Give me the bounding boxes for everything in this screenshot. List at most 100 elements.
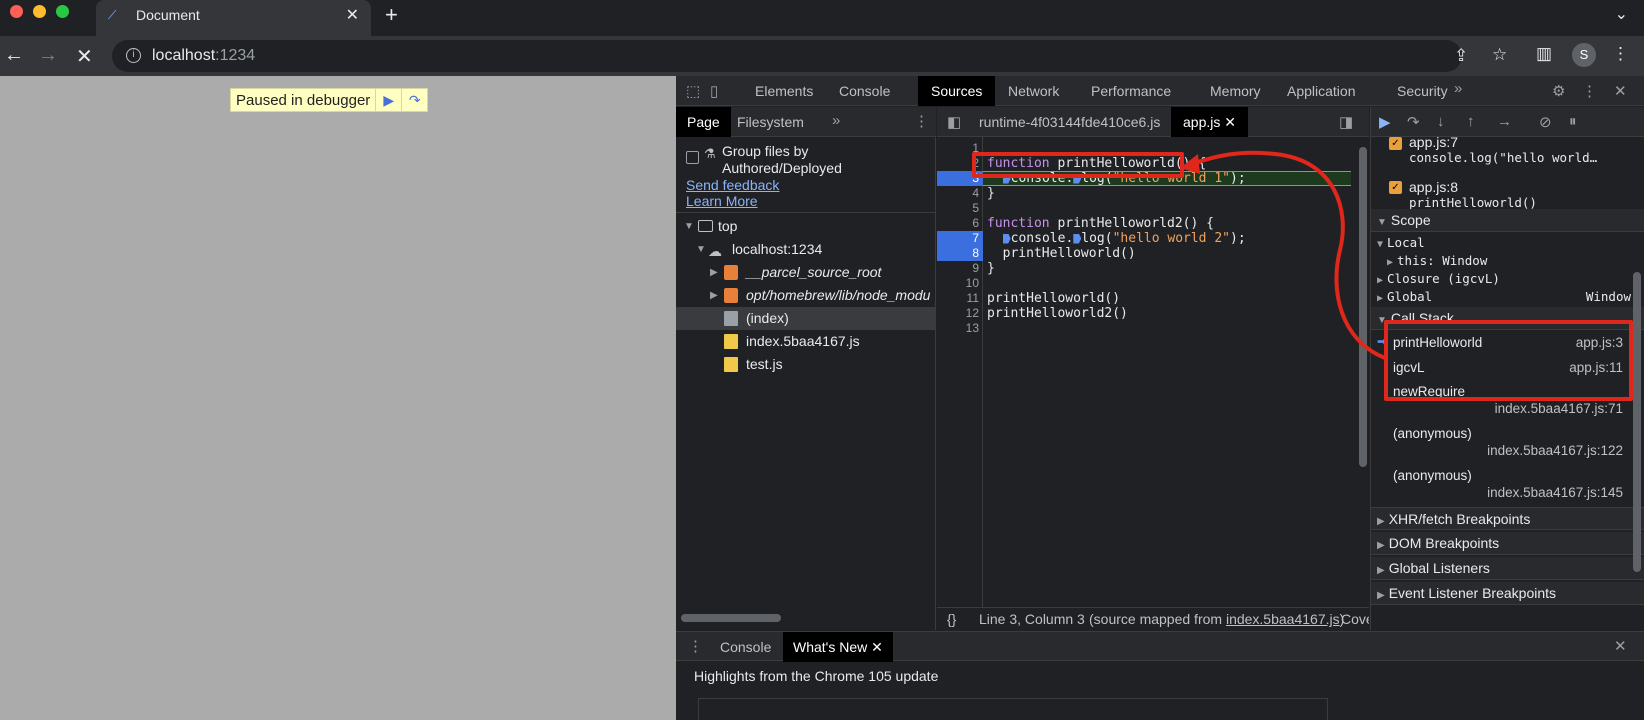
profile-avatar[interactable]: S — [1572, 43, 1596, 67]
xhr-breakpoints-header[interactable]: ▶ XHR/fetch Breakpoints — [1371, 507, 1644, 530]
group-files-checkbox[interactable] — [686, 151, 699, 164]
step-over-icon[interactable]: ↷ — [1407, 113, 1420, 131]
line-number[interactable]: 13 — [937, 321, 983, 336]
line-number[interactable]: 6 — [937, 216, 983, 231]
tree-item-test-js[interactable]: test.js — [676, 353, 936, 376]
scope-local[interactable]: ▼ Local — [1371, 235, 1644, 250]
settings-gear-icon[interactable]: ⚙ — [1552, 82, 1565, 100]
drawer-menu-icon[interactable]: ⋮ — [688, 637, 703, 655]
close-editor-tab-icon[interactable]: ✕ — [1224, 114, 1236, 130]
resume-icon[interactable]: ▶︎ — [1379, 113, 1391, 131]
line-number[interactable]: 9 — [937, 261, 983, 276]
dom-breakpoints-header[interactable]: ▶ DOM Breakpoints — [1371, 532, 1644, 555]
address-bar[interactable]: i localhost:1234 ⇪ ☆ — [112, 40, 1507, 72]
whats-new-highlight: Highlights from the Chrome 105 update — [694, 668, 939, 684]
tab-application[interactable]: Application — [1274, 76, 1369, 106]
tree-item-top[interactable]: ▼ top — [676, 215, 936, 238]
tab-security[interactable]: Security — [1384, 76, 1461, 106]
breakpoint-item[interactable]: ✓ app.js:7 console.log("hello world… — [1371, 137, 1644, 177]
navigator-menu-icon[interactable]: ⋮ — [914, 112, 929, 130]
pretty-print-icon[interactable]: {} — [947, 611, 956, 627]
scope-closure[interactable]: ▶ Closure (igcvL) — [1371, 271, 1644, 286]
inspect-element-icon[interactable]: ⬚ — [686, 82, 700, 100]
tree-item-index-js[interactable]: index.5baa4167.js — [676, 330, 936, 353]
maximize-window-button[interactable] — [56, 5, 69, 18]
close-tab-icon[interactable]: ✕ — [346, 5, 359, 25]
bookmark-star-icon[interactable]: ☆ — [1492, 45, 1507, 65]
scope-this[interactable]: ▶ this: Window — [1371, 253, 1644, 268]
deactivate-breakpoints-icon[interactable]: ⊘ — [1539, 113, 1552, 131]
close-window-button[interactable] — [10, 5, 23, 18]
code-line-4[interactable]: } — [987, 186, 995, 201]
tree-item-node-modules[interactable]: ▶ opt/homebrew/lib/node_modu — [676, 284, 936, 307]
tree-item-parcel-source-root[interactable]: ▶ __parcel_source_root — [676, 261, 936, 284]
devtools-menu-icon[interactable]: ⋮ — [1582, 82, 1597, 100]
editor-tab-runtime[interactable]: runtime-4f03144fde410ce6.js — [967, 107, 1172, 137]
editor-tab-app-js[interactable]: app.js ✕ — [1171, 107, 1248, 137]
event-listener-breakpoints-header[interactable]: ▶ Event Listener Breakpoints — [1371, 582, 1644, 605]
tab-filesystem[interactable]: Filesystem — [726, 107, 815, 137]
tree-item-localhost[interactable]: ▼ ☁ localhost:1234 — [676, 238, 936, 261]
line-number[interactable]: 5 — [937, 201, 983, 216]
more-tabs-icon[interactable]: » — [1454, 80, 1462, 97]
js-file-icon — [724, 357, 738, 372]
inline-breakpoint-icon[interactable] — [1002, 233, 1011, 244]
tab-page[interactable]: Page — [676, 107, 731, 137]
toggle-navigator-icon[interactable]: ◧ — [947, 113, 961, 131]
code-line-12[interactable]: printHelloworld2() — [987, 306, 1128, 321]
line-number[interactable]: 10 — [937, 276, 983, 291]
tab-network[interactable]: Network — [995, 76, 1072, 106]
close-drawer-icon[interactable]: ✕ — [1614, 637, 1627, 655]
step-into-icon[interactable]: ↓ — [1437, 113, 1445, 130]
call-frame[interactable]: (anonymous) index.5baa4167.js:145 — [1371, 466, 1644, 506]
code-line-9[interactable]: } — [987, 261, 995, 276]
step-out-icon[interactable]: ↑ — [1467, 113, 1475, 130]
send-feedback-link[interactable]: Send feedback — [686, 177, 779, 193]
source-map-link[interactable]: index.5baa4167.js — [1226, 611, 1340, 627]
collapsed-arrow-icon: ▶ — [710, 267, 718, 278]
code-line-8[interactable]: printHelloworld() — [987, 246, 1136, 261]
tab-performance[interactable]: Performance — [1078, 76, 1184, 106]
drawer-tab-console[interactable]: Console — [710, 632, 781, 662]
close-devtools-icon[interactable]: ✕ — [1614, 82, 1627, 100]
tab-memory[interactable]: Memory — [1197, 76, 1274, 106]
tab-search-chevron-icon[interactable]: ⌄ — [1615, 4, 1628, 24]
line-number[interactable]: 11 — [937, 291, 983, 306]
new-tab-icon[interactable]: + — [385, 2, 398, 28]
forward-arrow-icon[interactable]: → — [38, 44, 58, 67]
tab-sources[interactable]: Sources — [918, 76, 996, 106]
line-number[interactable]: 4 — [937, 186, 983, 201]
back-arrow-icon[interactable]: ← — [4, 44, 24, 67]
scope-section-header[interactable]: ▼ Scope — [1371, 209, 1644, 232]
toggle-debugger-icon[interactable]: ◨ — [1339, 113, 1353, 131]
address-url[interactable]: localhost:1234 — [152, 47, 255, 65]
close-drawer-tab-icon[interactable]: ✕ — [871, 639, 883, 655]
site-info-icon[interactable]: i — [126, 48, 141, 63]
breakpoint-line-number[interactable]: 7 — [937, 231, 983, 246]
tab-console[interactable]: Console — [826, 76, 903, 106]
debugger-sidebar-scrollbar[interactable] — [1633, 272, 1641, 572]
more-navigator-tabs-icon[interactable]: » — [832, 112, 840, 129]
stop-loading-icon[interactable]: ✕ — [76, 44, 93, 69]
step-over-icon[interactable]: ↷ — [401, 89, 427, 111]
code-line-11[interactable]: printHelloworld() — [987, 291, 1120, 306]
global-listeners-header[interactable]: ▶ Global Listeners — [1371, 557, 1644, 580]
breakpoint-line-number[interactable]: 8 — [937, 246, 983, 261]
side-panel-icon[interactable]: ▥ — [1536, 44, 1552, 64]
learn-more-link[interactable]: Learn More — [686, 193, 758, 209]
scope-global[interactable]: ▶ Global Window — [1371, 289, 1644, 304]
resume-icon[interactable]: ▶︎ — [375, 89, 401, 111]
share-icon[interactable]: ⇪ — [1454, 46, 1468, 66]
drawer-tab-whats-new[interactable]: What's New ✕ — [783, 632, 893, 662]
browser-menu-icon[interactable]: ⋮ — [1612, 44, 1629, 64]
minimize-window-button[interactable] — [33, 5, 46, 18]
step-icon[interactable]: → — [1497, 113, 1512, 130]
line-number[interactable]: 12 — [937, 306, 983, 321]
tree-item-index[interactable]: (index) — [676, 307, 936, 330]
device-toolbar-icon[interactable]: ▯ — [710, 82, 718, 100]
call-frame[interactable]: (anonymous) index.5baa4167.js:122 — [1371, 424, 1644, 464]
pause-on-exceptions-icon[interactable]: ⏸ — [1569, 113, 1577, 130]
tab-elements[interactable]: Elements — [742, 76, 826, 106]
navigator-scrollbar[interactable] — [681, 614, 781, 622]
browser-tab[interactable]: ⟋ Document ✕ — [96, 0, 371, 36]
